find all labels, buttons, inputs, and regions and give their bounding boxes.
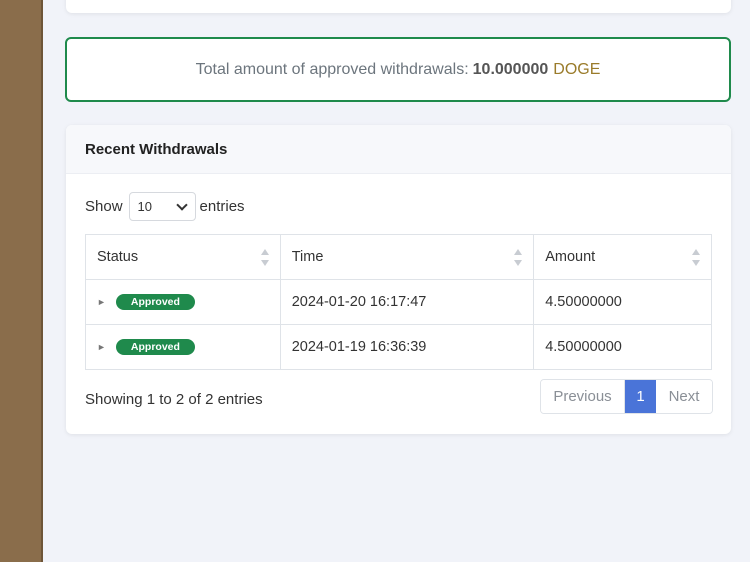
sidebar-strip [0,0,43,562]
page-1-button[interactable]: 1 [625,380,656,413]
recent-withdrawals-card: Recent Withdrawals Show 10 entries Statu… [66,125,731,434]
sort-icon [514,249,523,266]
table-row: ► Approved 2024-01-19 16:36:39 4.50000000 [85,324,712,370]
pagination: Previous 1 Next [540,379,713,414]
column-header-status[interactable]: Status [85,234,281,280]
expand-arrow-icon[interactable]: ► [97,297,106,307]
total-currency: DOGE [553,60,601,78]
amount-cell: 4.50000000 [533,279,712,325]
show-label: Show [85,198,123,215]
amount-cell: 4.50000000 [533,324,712,370]
time-cell: 2024-01-20 16:17:47 [279,279,535,325]
status-cell: ► Approved [85,324,281,370]
status-badge: Approved [115,294,195,311]
status-badge: Approved [115,339,195,356]
sort-icon [260,249,270,266]
table-row: ► Approved 2024-01-20 16:17:47 4.50000000 [85,279,712,325]
total-amount: 10.000000 [472,60,549,78]
column-header-time[interactable]: Time [279,234,535,280]
column-header-amount[interactable]: Amount [533,234,712,280]
withdrawals-table: Status Time Amount ► Approved 2024-01-20 … [85,234,712,370]
next-page-button[interactable]: Next [656,380,712,413]
previous-page-button[interactable]: Previous [541,380,625,413]
approved-total-box: Total amount of approved withdrawals: 10… [65,37,731,102]
page-length-select[interactable]: 10 [128,192,196,221]
status-cell: ► Approved [85,279,281,325]
page-length-value: 10 [137,199,152,214]
chevron-down-icon [175,198,188,211]
table-info: Showing 1 to 2 of 2 entries [85,391,263,408]
total-label: Total amount of approved withdrawals: [195,60,469,78]
time-cell: 2024-01-19 16:36:39 [279,324,535,370]
page-length-control: Show 10 entries [85,192,245,221]
expand-arrow-icon[interactable]: ► [97,342,106,352]
top-card [66,0,731,13]
card-title: Recent Withdrawals [66,125,731,174]
entries-label: entries [199,198,245,215]
sort-icon [692,249,701,266]
